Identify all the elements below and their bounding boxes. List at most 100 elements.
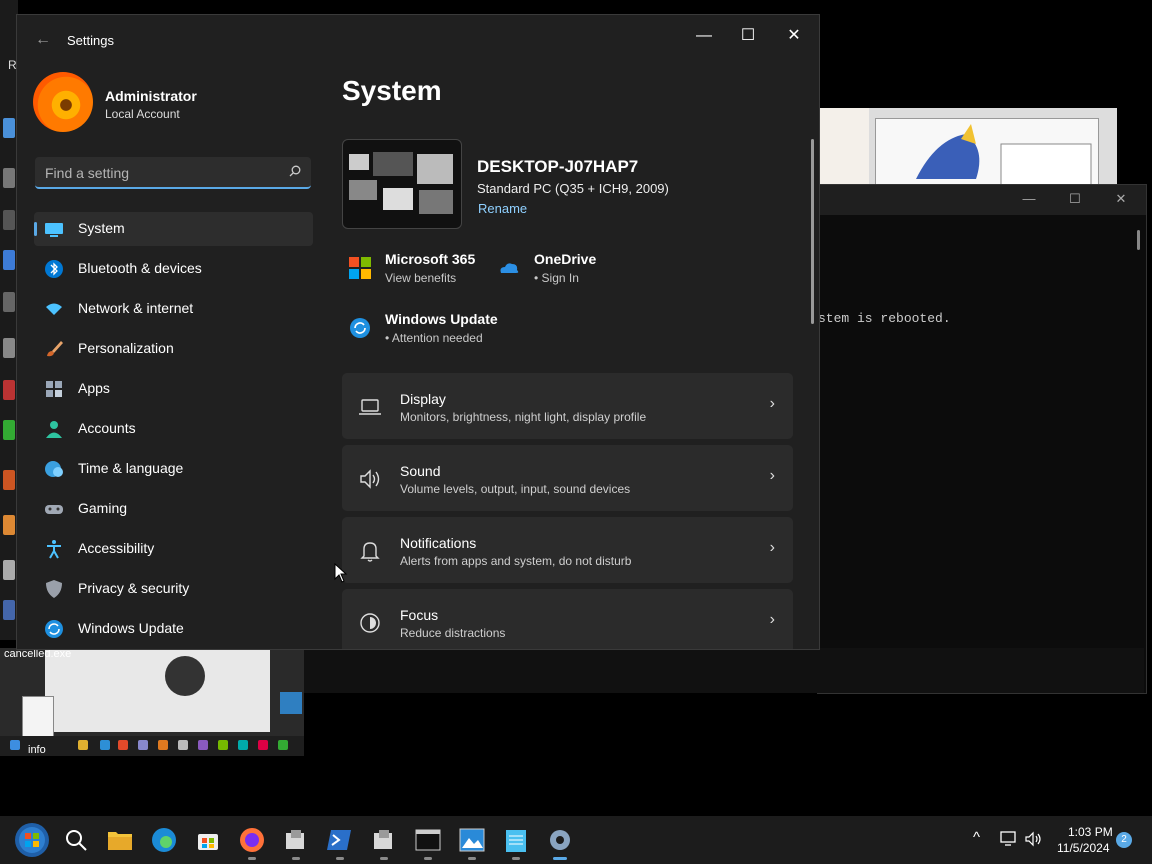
content-scrollbar[interactable]: [811, 139, 814, 324]
desktop-shortcut-icon[interactable]: [3, 292, 15, 312]
settings-icon[interactable]: [544, 824, 576, 860]
running-indicator: [468, 857, 476, 860]
focus-card[interactable]: Focus Reduce distractions ›: [342, 589, 793, 649]
sidebar-item-system[interactable]: System: [34, 212, 313, 246]
desktop-thumbnail[interactable]: [342, 139, 462, 229]
sidebar-item-time-language[interactable]: Time & language: [34, 452, 313, 486]
avatar[interactable]: [33, 72, 93, 132]
terminal-maximize-button[interactable]: ☐: [1060, 191, 1090, 207]
globe-clock-icon: [45, 461, 63, 477]
search-icon[interactable]: [60, 824, 92, 856]
powershell-icon[interactable]: [324, 824, 356, 860]
bluetooth-icon: [45, 260, 63, 278]
sidebar-item-label: Windows Update: [78, 620, 184, 636]
volume-icon[interactable]: [1024, 830, 1042, 848]
sidebar-item-apps[interactable]: Apps: [34, 372, 313, 406]
firefox-icon[interactable]: [236, 824, 268, 860]
desktop-shortcut-icon[interactable]: [3, 420, 15, 440]
start-orb-icon[interactable]: [14, 822, 50, 858]
terminal-scrollbar[interactable]: [1137, 230, 1140, 250]
sidebar-item-personalization[interactable]: Personalization: [34, 332, 313, 366]
card-subtitle: Volume levels, output, input, sound devi…: [400, 482, 631, 496]
terminal-titlebar[interactable]: — ☐ ✕: [818, 185, 1146, 215]
search-box[interactable]: [35, 157, 311, 189]
card-title: Sound: [400, 463, 441, 479]
sidebar-item-label: Gaming: [78, 500, 128, 516]
update-icon: [45, 620, 63, 638]
notepad-icon[interactable]: [500, 824, 532, 860]
document-icon[interactable]: [22, 696, 54, 738]
sidebar-item-label: Accessibility: [78, 540, 155, 556]
search-icon[interactable]: [289, 165, 301, 177]
photos-icon[interactable]: [456, 824, 488, 860]
chevron-right-icon: ›: [769, 539, 775, 556]
card-subtitle: Alerts from apps and system, do not dist…: [400, 554, 632, 568]
terminal-window[interactable]: — ☐ ✕ stem is rebooted.: [817, 184, 1147, 694]
sidebar-item-privacy[interactable]: Privacy & security: [34, 572, 313, 606]
terminal-icon[interactable]: [412, 824, 444, 860]
notification-count-badge[interactable]: 2: [1116, 832, 1132, 848]
gamepad-icon: [45, 505, 63, 514]
network-icon[interactable]: [1000, 830, 1018, 848]
card-title: Notifications: [400, 535, 477, 551]
desktop-shortcut-icon[interactable]: [3, 470, 15, 490]
sidebar-item-accessibility[interactable]: Accessibility: [34, 532, 313, 566]
back-button[interactable]: ←: [35, 31, 51, 49]
clock-date[interactable]: 11/5/2024: [1057, 841, 1110, 855]
running-indicator: [380, 857, 388, 860]
tray-overflow-chevron-icon[interactable]: ^: [973, 829, 980, 846]
windows-update-subtitle: • Attention needed: [385, 331, 483, 345]
accessibility-icon: [47, 540, 61, 559]
page-title: System: [342, 75, 442, 106]
nested-info-label: info: [28, 744, 46, 756]
artwork-right-panel: [875, 118, 1099, 188]
terminal-close-button[interactable]: ✕: [1106, 191, 1136, 207]
settings-window[interactable]: ← Settings — ☐ ✕ Administrator Local Acc…: [16, 14, 820, 650]
terminal-minimize-button[interactable]: —: [1014, 191, 1044, 206]
sidebar-item-label: Personalization: [78, 340, 174, 356]
chevron-right-icon: ›: [769, 467, 775, 484]
desktop-shortcut-icon[interactable]: [3, 560, 15, 580]
search-input[interactable]: [43, 157, 277, 189]
chevron-right-icon: ›: [769, 611, 775, 628]
sidebar-item-network[interactable]: Network & internet: [34, 292, 313, 326]
user-name: Administrator: [105, 88, 197, 104]
nested-photo: [45, 648, 270, 732]
nested-app-icon: [280, 692, 302, 714]
shield-icon: [46, 580, 62, 598]
notifications-card[interactable]: Notifications Alerts from apps and syste…: [342, 517, 793, 583]
running-indicator: [248, 857, 256, 860]
windows-update-title: Windows Update: [385, 311, 498, 327]
desktop-shortcut-icon[interactable]: [3, 600, 15, 620]
microsoft-365-title: Microsoft 365: [385, 251, 476, 267]
edge-icon[interactable]: [148, 824, 180, 856]
desktop-shortcut-icon[interactable]: [3, 250, 15, 270]
desktop-shortcut-icon[interactable]: [3, 380, 15, 400]
desktop-shortcut-icon[interactable]: [3, 338, 15, 358]
desktop-shortcut-icon[interactable]: [3, 168, 15, 188]
desktop-shortcut-icon[interactable]: [3, 118, 15, 138]
desktop-shortcut-icon[interactable]: [3, 210, 15, 230]
clock-time[interactable]: 1:03 PM: [1068, 825, 1113, 839]
sidebar-item-gaming[interactable]: Gaming: [34, 492, 313, 526]
maximize-button[interactable]: ☐: [725, 21, 771, 51]
onedrive-subtitle: • Sign In: [534, 271, 579, 285]
sidebar-item-bluetooth[interactable]: Bluetooth & devices: [34, 252, 313, 286]
display-card[interactable]: Display Monitors, brightness, night ligh…: [342, 373, 793, 439]
sidebar-item-label: Apps: [78, 380, 110, 396]
minimize-button[interactable]: —: [681, 21, 727, 51]
device-model: Standard PC (Q35 + ICH9, 2009): [477, 181, 669, 196]
desktop-shortcut-icon[interactable]: [3, 515, 15, 535]
card-title: Focus: [400, 607, 439, 623]
sound-card[interactable]: Sound Volume levels, output, input, soun…: [342, 445, 793, 511]
installer-icon[interactable]: [280, 824, 312, 860]
rename-link[interactable]: Rename: [478, 201, 527, 216]
installer-icon-2[interactable]: [368, 824, 400, 860]
file-explorer-icon[interactable]: [104, 824, 136, 856]
running-indicator: [292, 857, 300, 860]
sidebar-item-accounts[interactable]: Accounts: [34, 412, 313, 446]
running-indicator: [512, 857, 520, 860]
close-button[interactable]: ✕: [771, 21, 817, 51]
sidebar-item-windows-update[interactable]: Windows Update: [34, 612, 313, 646]
store-icon[interactable]: [192, 824, 224, 856]
